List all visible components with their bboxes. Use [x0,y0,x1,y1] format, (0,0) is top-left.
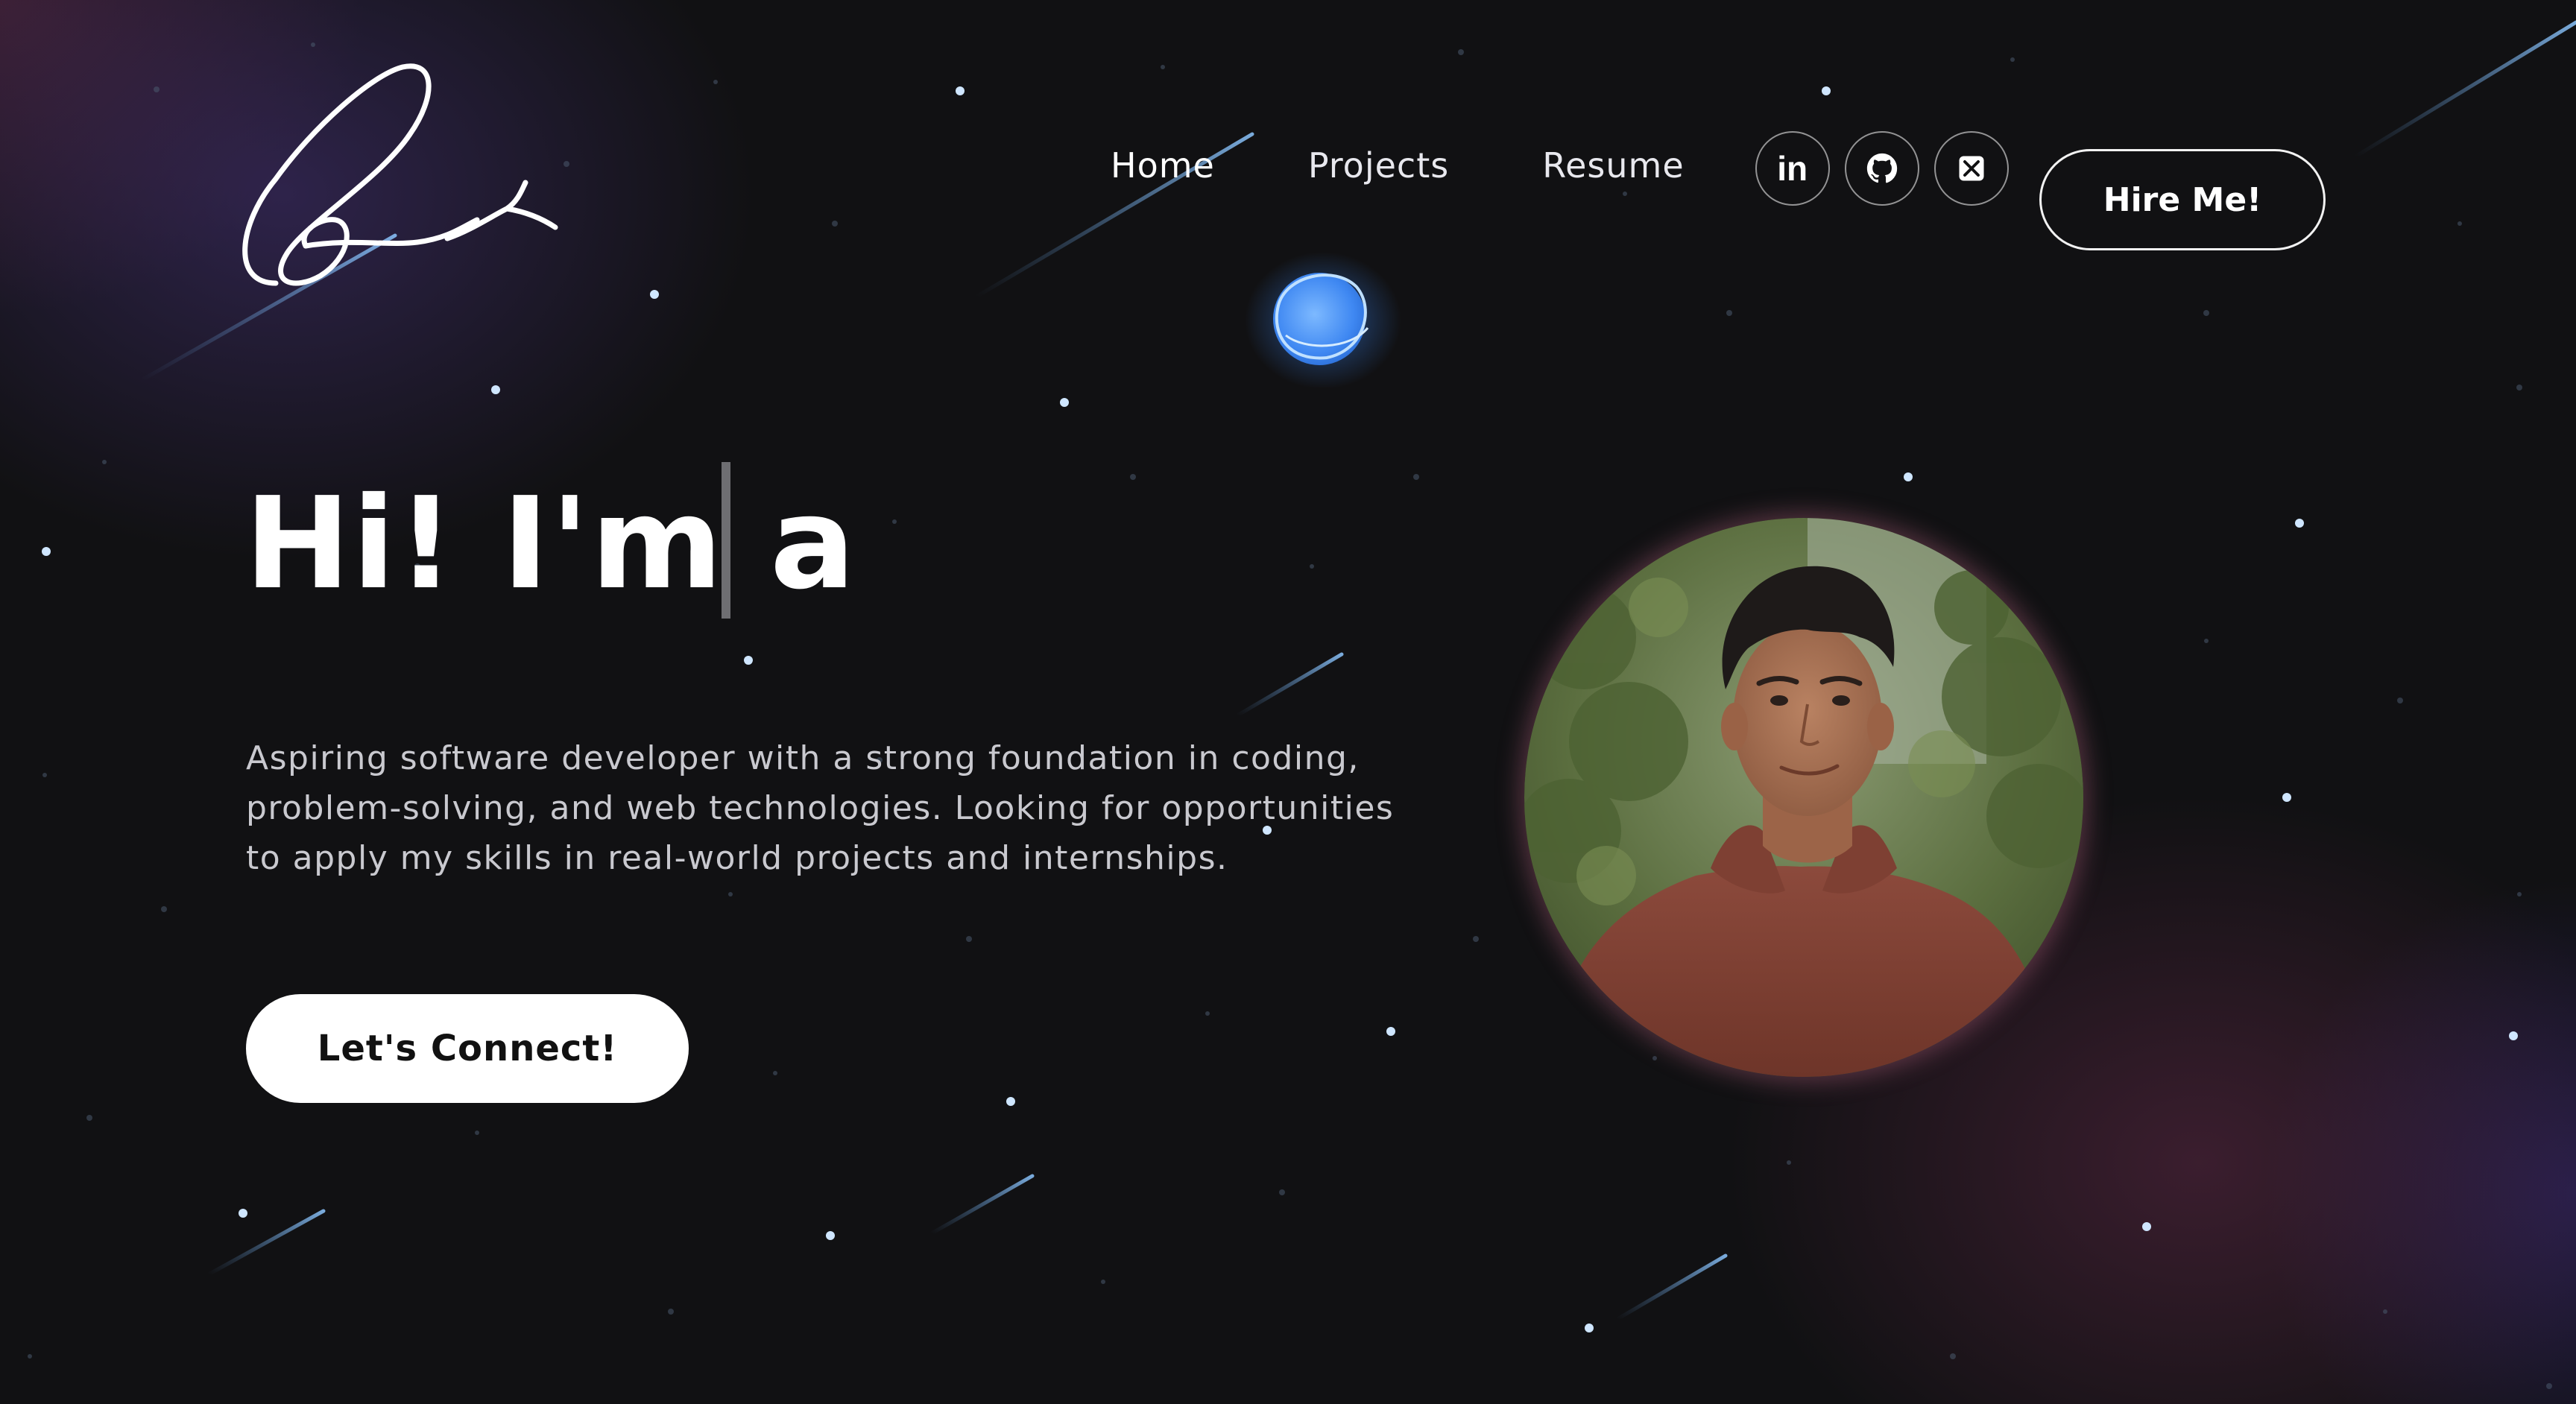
linkedin-button[interactable]: in [1755,131,1830,206]
signature-logo[interactable] [224,60,559,306]
main-nav: Home Projects Resume in [1111,131,2024,218]
glowing-orb-icon [1245,252,1401,388]
github-button[interactable] [1844,131,1919,206]
nav-projects[interactable]: Projects [1308,113,1449,218]
lets-connect-button[interactable]: Let's Connect! [246,994,689,1103]
hero-description: Aspiring software developer with a stron… [246,739,1395,877]
hire-me-button[interactable]: Hire Me! [2039,149,2326,250]
nav-resume[interactable]: Resume [1542,113,1684,218]
x-button[interactable] [1933,131,2009,206]
typing-caret [722,462,730,619]
x-icon [1959,156,1984,181]
linkedin-icon: in [1777,149,1808,188]
nav-home[interactable]: Home [1111,113,1215,218]
profile-photo [1524,518,2083,1077]
page: Home Projects Resume in Hire Me! Hi! I'm… [0,0,2576,1404]
hero-title: Hi! I'm a [244,470,857,618]
github-icon [1866,153,1897,183]
